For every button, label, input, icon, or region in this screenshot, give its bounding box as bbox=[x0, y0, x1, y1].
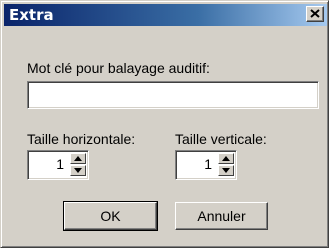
vertical-size-spinner[interactable]: 1 bbox=[175, 150, 237, 180]
vertical-size-value[interactable]: 1 bbox=[204, 156, 212, 172]
horizontal-spin-down-button[interactable] bbox=[70, 165, 86, 176]
horizontal-size-spinner[interactable]: 1 bbox=[27, 150, 89, 180]
title-bar[interactable]: Extra bbox=[4, 4, 327, 26]
arrow-up-icon bbox=[222, 156, 230, 161]
dialog-title: Extra bbox=[9, 6, 54, 24]
horizontal-size-value[interactable]: 1 bbox=[56, 156, 64, 172]
vertical-spin-up-button[interactable] bbox=[218, 153, 234, 164]
arrow-up-icon bbox=[74, 156, 82, 161]
keyword-label: Mot clé pour balayage auditif: bbox=[27, 60, 210, 76]
vertical-spin-down-button[interactable] bbox=[218, 165, 234, 176]
close-icon bbox=[310, 9, 320, 18]
arrow-down-icon bbox=[74, 168, 82, 173]
cancel-button[interactable]: Annuler bbox=[175, 202, 268, 230]
extra-dialog: Extra Mot clé pour balayage auditif: Tai… bbox=[0, 0, 329, 248]
vertical-size-label: Taille verticale: bbox=[175, 131, 267, 147]
horizontal-size-label: Taille horizontale: bbox=[27, 131, 136, 147]
arrow-down-icon bbox=[222, 168, 230, 173]
ok-button[interactable]: OK bbox=[63, 201, 158, 231]
horizontal-spin-up-button[interactable] bbox=[70, 153, 86, 164]
keyword-input[interactable] bbox=[27, 81, 319, 109]
close-button[interactable] bbox=[306, 6, 324, 22]
